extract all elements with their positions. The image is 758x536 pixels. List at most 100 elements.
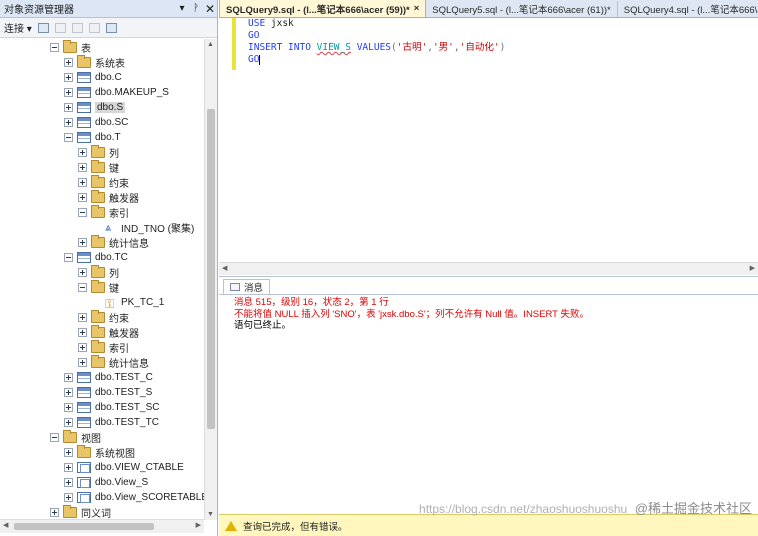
code-token: '男' bbox=[432, 42, 454, 53]
scroll-left-arrow-icon[interactable]: ◀ bbox=[3, 521, 8, 529]
expand-icon[interactable] bbox=[78, 268, 87, 277]
document-tab[interactable]: SQLQuery5.sql - (l...笔记本666\acer (61))* bbox=[426, 1, 618, 17]
scrollbar-thumb[interactable] bbox=[14, 523, 154, 530]
dropdown-icon[interactable]: ▾ bbox=[175, 3, 189, 14]
document-tab[interactable]: SQLQuery9.sql - (l...笔记本666\acer (59))* × bbox=[219, 0, 427, 17]
expand-icon[interactable] bbox=[78, 238, 87, 247]
expand-icon[interactable] bbox=[78, 163, 87, 172]
tree-node[interactable]: ⚿ PK_TC_1 bbox=[92, 295, 164, 311]
tree-node[interactable]: 列 bbox=[78, 145, 119, 160]
disconnect-icon[interactable] bbox=[54, 22, 66, 33]
expand-icon[interactable] bbox=[64, 88, 73, 97]
expand-icon[interactable] bbox=[64, 463, 73, 472]
expand-icon[interactable] bbox=[64, 478, 73, 487]
expand-icon[interactable] bbox=[78, 148, 87, 157]
tree-node[interactable]: 表 bbox=[50, 40, 91, 55]
expand-icon[interactable] bbox=[64, 418, 73, 427]
tree-node[interactable]: 键 bbox=[78, 160, 119, 175]
tab-messages[interactable]: 消息 bbox=[223, 279, 271, 294]
sql-code[interactable]: USE jxsk GO INSERT INTO VIEW_S VALUES('古明'… bbox=[248, 18, 505, 66]
expand-icon[interactable] bbox=[64, 118, 73, 127]
collapse-icon[interactable] bbox=[50, 43, 59, 52]
tree-node-label: dbo.View_S bbox=[95, 477, 149, 488]
refresh-icon[interactable] bbox=[105, 22, 117, 33]
sql-editor[interactable]: USE jxsk GO INSERT INTO VIEW_S VALUES('古明'… bbox=[219, 18, 758, 262]
tree-node[interactable]: dbo.TEST_SC bbox=[64, 400, 159, 415]
tree-node[interactable]: 触发器 bbox=[78, 190, 139, 205]
tree-node[interactable]: dbo.T bbox=[64, 130, 121, 145]
scroll-up-arrow-icon[interactable]: ▲ bbox=[207, 41, 214, 48]
filter-icon[interactable] bbox=[88, 22, 100, 33]
collapse-icon[interactable] bbox=[64, 253, 73, 262]
document-tab-label: SQLQuery4.sql - (l...笔记本666\ac bbox=[623, 5, 758, 16]
collapse-icon[interactable] bbox=[64, 133, 73, 142]
tree-node[interactable]: dbo.View_S bbox=[64, 475, 148, 490]
text-caret bbox=[259, 54, 261, 65]
tree-node[interactable]: 同义词 bbox=[50, 505, 111, 519]
expand-icon[interactable] bbox=[64, 388, 73, 397]
vertical-scrollbar[interactable]: ▲ ▼ bbox=[204, 39, 217, 520]
expand-icon[interactable] bbox=[64, 403, 73, 412]
tree-node[interactable]: dbo.View_SCORETABLE bbox=[64, 490, 204, 505]
tree-node[interactable]: dbo.TEST_S bbox=[64, 385, 152, 400]
tree-node[interactable]: 系统表 bbox=[64, 55, 125, 70]
tree-node[interactable]: dbo.SC bbox=[64, 115, 128, 130]
expand-icon[interactable] bbox=[64, 103, 73, 112]
document-tab-label: SQLQuery5.sql - (l...笔记本666\acer (61))* bbox=[432, 5, 611, 16]
tree-node[interactable]: dbo.TC bbox=[64, 250, 128, 265]
expand-icon[interactable] bbox=[64, 493, 73, 502]
connect-button[interactable]: 连接 ▾ bbox=[4, 20, 32, 35]
expand-icon[interactable] bbox=[64, 73, 73, 82]
horizontal-scrollbar[interactable]: ◀ ▶ bbox=[0, 519, 204, 533]
expand-icon[interactable] bbox=[78, 358, 87, 367]
tree-node[interactable]: 索引 bbox=[78, 205, 129, 220]
tree-node-label: 约束 bbox=[109, 314, 129, 325]
pin-icon[interactable]: ᚹ bbox=[189, 3, 203, 14]
expand-icon[interactable] bbox=[78, 328, 87, 337]
tree-node[interactable]: dbo.MAKEUP_S bbox=[64, 85, 169, 100]
tree-node[interactable]: 约束 bbox=[78, 310, 129, 325]
tree-node[interactable]: 统计信息 bbox=[78, 355, 149, 370]
close-icon[interactable]: ✕ bbox=[203, 2, 217, 16]
code-line: INSERT INTO VIEW_S VALUES('古明','男','自动化'… bbox=[248, 42, 505, 54]
tree-node[interactable]: 约束 bbox=[78, 175, 129, 190]
code-token: ) bbox=[499, 42, 506, 53]
expand-icon[interactable] bbox=[64, 448, 73, 457]
object-explorer-title: 对象资源管理器 bbox=[4, 5, 74, 16]
expand-icon[interactable] bbox=[64, 373, 73, 382]
tree-node[interactable]: dbo.TEST_C bbox=[64, 370, 153, 385]
collapse-icon[interactable] bbox=[78, 283, 87, 292]
tree-node[interactable]: 索引 bbox=[78, 340, 129, 355]
tree-node[interactable]: 统计信息 bbox=[78, 235, 149, 250]
expand-icon[interactable] bbox=[78, 178, 87, 187]
connect-object-explorer-icon[interactable] bbox=[37, 22, 49, 33]
tree-node[interactable]: dbo.S bbox=[64, 100, 126, 115]
document-tab[interactable]: SQLQuery4.sql - (l...笔记本666\ac bbox=[618, 1, 758, 17]
scroll-right-arrow-icon[interactable]: ▶ bbox=[750, 264, 755, 272]
expand-icon[interactable] bbox=[50, 508, 59, 517]
tree-node[interactable]: ⩓ IND_TNO (聚集) bbox=[92, 220, 194, 235]
tree-node[interactable]: 视图 bbox=[50, 430, 101, 445]
tree-node[interactable]: 系统视图 bbox=[64, 445, 135, 460]
tree-node[interactable]: dbo.TEST_TC bbox=[64, 415, 159, 430]
tree-node[interactable]: dbo.C bbox=[64, 70, 122, 85]
tree-node[interactable]: 列 bbox=[78, 265, 119, 280]
expand-icon[interactable] bbox=[78, 193, 87, 202]
collapse-icon[interactable] bbox=[50, 433, 59, 442]
scrollbar-thumb[interactable] bbox=[207, 109, 215, 429]
tree-node[interactable]: dbo.VIEW_CTABLE bbox=[64, 460, 184, 475]
scroll-down-arrow-icon[interactable]: ▼ bbox=[207, 511, 214, 518]
tree-node[interactable]: 键 bbox=[78, 280, 119, 295]
collapse-icon[interactable] bbox=[78, 208, 87, 217]
scroll-left-arrow-icon[interactable]: ◀ bbox=[222, 264, 227, 272]
stop-icon[interactable] bbox=[71, 22, 83, 33]
expand-icon[interactable] bbox=[78, 313, 87, 322]
close-tab-icon[interactable]: × bbox=[414, 3, 420, 14]
expand-icon[interactable] bbox=[64, 58, 73, 67]
tree-node[interactable]: 触发器 bbox=[78, 325, 139, 340]
table-icon bbox=[77, 132, 91, 143]
expand-icon[interactable] bbox=[78, 343, 87, 352]
modified-lines-marker bbox=[232, 18, 236, 70]
scroll-right-arrow-icon[interactable]: ▶ bbox=[196, 521, 201, 529]
editor-horizontal-scrollbar[interactable]: ◀ ▶ bbox=[219, 262, 758, 275]
